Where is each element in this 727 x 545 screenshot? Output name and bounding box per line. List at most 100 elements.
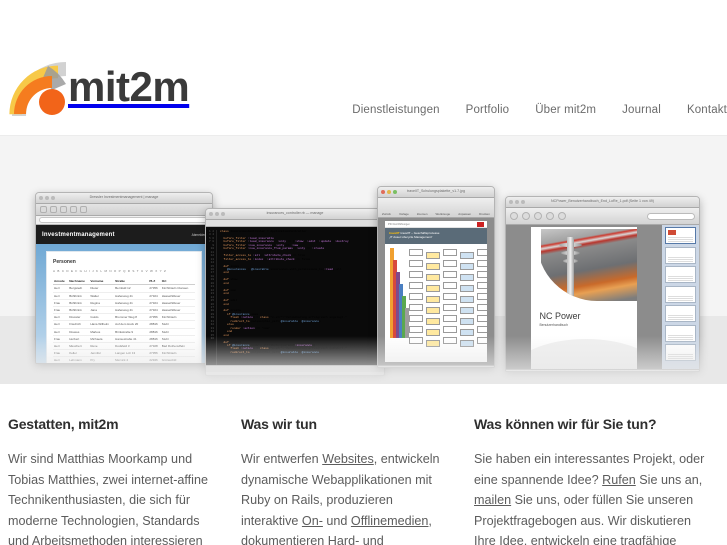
toolbar-button[interactable]: Vorlage (399, 212, 409, 216)
table-row[interactable]: Herr Dressler Guido Brommer Weg 8 27356 Kirch… (53, 313, 195, 322)
content-column-contact: Was können wir für Sie tun? Sie haben ei… (474, 416, 710, 545)
alphabet-letter[interactable]: V (146, 269, 148, 273)
table-cell: Dressler (68, 313, 90, 322)
table-row[interactable]: Frau Böhlbrink Jana Hafenweg 41 27324 Hassel/… (53, 306, 195, 315)
column-paragraph: Wir sind Matthias Moorkamp und Tobias Ma… (8, 449, 213, 545)
inline-link[interactable]: Websites (322, 452, 374, 466)
thumbnail-text-line (668, 336, 693, 338)
diagram-node (409, 304, 423, 311)
alphabet-letter[interactable]: C (62, 269, 64, 273)
toolbar-button[interactable]: Zoomen (417, 212, 428, 216)
table-column-header[interactable]: Straße (114, 278, 149, 286)
table-cell: 27324 (148, 292, 161, 300)
table-row[interactable]: Herr Drewes Markus Brinkstraße 9 28816 Stuhr (53, 328, 195, 336)
alphabet-letter[interactable]: A (53, 269, 55, 273)
toolbar-button[interactable]: Drucken (479, 212, 490, 216)
alphabet-letter[interactable]: R (128, 269, 130, 273)
alphabet-letter[interactable]: S (132, 269, 134, 273)
table-cell: Hansestraße 41 (114, 335, 149, 343)
pdf-page-thumbnail[interactable] (665, 246, 696, 264)
table-row[interactable]: Frau Herbert Michaela Hansestraße 41 28816 St… (53, 335, 195, 343)
pdf-banner-line2: „IT Asset Lifecycle Management“ (389, 234, 433, 239)
diagram-node (409, 315, 423, 322)
nav-item-dienstleistungen[interactable]: Dienstleistungen (352, 104, 439, 116)
nav-item-journal[interactable]: Journal (622, 104, 661, 116)
column-heading: Was wir tun (241, 416, 317, 432)
alphabet-letter[interactable]: E (71, 269, 73, 273)
table-column-header[interactable]: Anrede (53, 278, 69, 286)
alphabet-letter[interactable]: K (96, 269, 98, 273)
toolbar-button[interactable]: Anpassen (458, 212, 471, 216)
alphabet-letter[interactable]: W (150, 269, 153, 273)
table-cell: 27356 (148, 349, 161, 358)
pdf-page-thumbnail[interactable] (665, 324, 696, 342)
table-cell: Herr (53, 320, 69, 329)
inline-link[interactable]: dokumentieren (241, 534, 324, 545)
alphabet-letter[interactable]: Q (123, 269, 125, 273)
table-column-header[interactable]: Nachname (68, 278, 90, 286)
table-row[interactable]: Frau Keller Jennifer Langen Loh 13 27356 Kirc… (53, 349, 195, 358)
table-row[interactable]: Herr Friedrich Hans-Wilhelm Auf dem Huck 20… (53, 320, 195, 329)
alphabet-letter[interactable]: F (75, 269, 77, 273)
zoom-out-icon (534, 212, 542, 220)
pdf-thumbnail-sidebar[interactable] (661, 225, 699, 369)
alphabet-letter[interactable]: L (100, 269, 102, 273)
pdf-page-thumbnail[interactable] (665, 285, 696, 303)
nav-item-portfolio[interactable]: Portfolio (466, 104, 510, 116)
pdf-page-thumbnail[interactable] (665, 227, 696, 244)
table-row[interactable]: Frau Böhlbrink Regina Hafenweg 41 27324 Hasse… (53, 299, 195, 307)
table-row[interactable]: Herr Lehmann Pry Mervick 4 22946 Grönwohld (53, 356, 195, 363)
table-cell: Keller (68, 349, 90, 358)
table-cell: Jennifer (89, 349, 115, 358)
cover-left-mask (530, 227, 541, 301)
inline-link[interactable]: Offlinemedien, (351, 514, 432, 528)
table-column-header[interactable]: Vorname (89, 278, 115, 286)
table-cell: Bad Rothenuffeln (160, 342, 195, 351)
pdf-cover-page: NC Power Benutzerhandbuch (530, 227, 637, 369)
table-row[interactable]: Herr Böhlbrink Walter Hafenweg 41 27324 Hasse… (53, 292, 195, 300)
table-cell: Grönwohld (160, 356, 195, 363)
alphabet-letter[interactable]: Y (160, 269, 162, 273)
nav-item-kontakt[interactable]: Kontakt (687, 104, 727, 116)
people-table: Anrede Nachname Vorname Straße PLZ Ort Herr Be… (53, 278, 195, 363)
alphabet-letter[interactable]: G (80, 269, 82, 273)
alphabet-letter[interactable]: X (155, 269, 157, 273)
table-row[interactable]: Herr Meschert Rene Dodsfeld 3 27328 Bad Rothe… (53, 342, 195, 351)
inline-link[interactable]: On- (302, 514, 323, 528)
table-cell: Herr (53, 356, 69, 363)
table-row[interactable]: Herr Bergstedt Dieter Bernfeld 12 27356 Kirch… (53, 284, 195, 293)
table-cell: Herr (53, 342, 69, 351)
alphabet-letter[interactable]: P (119, 269, 121, 273)
site-logo[interactable]: mit2m (8, 58, 190, 120)
table-cell: 28816 (148, 328, 161, 336)
toolbar-button[interactable]: Zurück (382, 212, 391, 216)
inline-link[interactable]: Rufen (602, 473, 636, 487)
alphabet-letter[interactable]: D (66, 269, 68, 273)
alphabet-letter[interactable]: U (141, 269, 143, 273)
table-column-header[interactable]: PLZ (148, 278, 161, 286)
diagram-node (443, 315, 457, 322)
table-cell: 27324 (148, 306, 161, 315)
alphabet-letter[interactable]: O (114, 269, 116, 273)
pdf-cover-title: NC Power (539, 311, 581, 321)
alphabet-letter[interactable]: J (92, 269, 94, 273)
table-column-header[interactable]: Ort (160, 278, 195, 286)
toolbar-button[interactable]: Werkzeuge (436, 212, 451, 216)
app-logout-link: Abmelden (191, 232, 206, 237)
alphabet-letter[interactable]: N (109, 269, 111, 273)
app-logo-text: Investmentmanagement (42, 231, 115, 238)
thumbnail-text-line (668, 241, 693, 243)
nav-item-ueber-mit2m[interactable]: Über mit2m (535, 104, 596, 116)
paragraph-text: Sie uns an, (635, 472, 703, 487)
alphabet-letter[interactable]: B (57, 269, 59, 273)
inline-link[interactable]: mailen (474, 493, 511, 507)
pdf-page-thumbnail[interactable] (665, 344, 696, 361)
alphabet-letter[interactable]: Z (164, 269, 166, 273)
alphabet-letter[interactable]: I (89, 269, 90, 273)
pdf-page-thumbnail[interactable] (665, 266, 696, 283)
alphabet-letter[interactable]: T (137, 269, 139, 273)
table-cell: Hassel/Weser (160, 306, 195, 315)
alphabet-letter[interactable]: H (84, 269, 86, 273)
alphabet-letter[interactable]: M (104, 269, 107, 273)
pdf-page-thumbnail[interactable] (665, 305, 696, 322)
